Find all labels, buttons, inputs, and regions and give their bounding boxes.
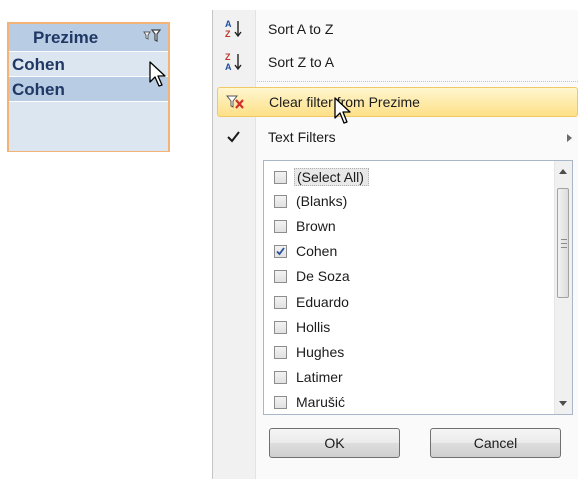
mouse-pointer-icon xyxy=(334,97,351,124)
checkbox[interactable] xyxy=(274,371,287,384)
svg-text:A: A xyxy=(225,19,232,29)
filter-menu: A Z Sort A to Z Z A Sort Z to A Clear fi… xyxy=(212,10,578,479)
list-item-label: Latimer xyxy=(296,369,343,385)
cell-value: Cohen xyxy=(12,80,65,99)
checkbox[interactable] xyxy=(274,396,287,409)
mouse-pointer-icon xyxy=(149,61,166,87)
menu-icon-gutter xyxy=(213,10,256,479)
list-item-label: (Select All) xyxy=(294,168,369,186)
clear-filter-icon xyxy=(225,95,244,109)
table-row[interactable]: Cohen xyxy=(9,51,168,76)
filtered-column: Prezime Cohen Cohen xyxy=(7,22,170,152)
list-item[interactable]: Marušić xyxy=(274,392,534,416)
table-row-empty[interactable] xyxy=(9,101,168,151)
checkmark-icon xyxy=(227,131,240,143)
list-item-select-all[interactable]: (Select All) xyxy=(274,167,534,191)
filter-dropdown-icon[interactable] xyxy=(140,27,164,47)
list-item-label: Cohen xyxy=(296,243,338,259)
scroll-down-arrow-icon[interactable] xyxy=(559,401,567,406)
svg-text:A: A xyxy=(225,62,232,72)
svg-text:Z: Z xyxy=(225,52,231,62)
list-item[interactable]: Brown xyxy=(274,216,534,240)
table-row[interactable]: Cohen xyxy=(9,76,168,101)
cell-value: Cohen xyxy=(12,55,65,74)
sort-descending-icon: Z A xyxy=(225,52,242,72)
list-item-label: Marušić xyxy=(296,394,346,410)
list-item-label: Brown xyxy=(296,218,336,234)
submenu-arrow-icon xyxy=(567,134,572,142)
checkbox[interactable] xyxy=(274,195,287,208)
grip-icon xyxy=(561,239,567,248)
checkbox[interactable] xyxy=(274,270,287,283)
scroll-up-arrow-icon[interactable] xyxy=(559,169,567,174)
list-item[interactable]: Hughes xyxy=(274,342,534,366)
list-item-label: (Blanks) xyxy=(296,193,348,209)
list-item[interactable]: Latimer xyxy=(274,367,534,391)
list-item-label: Hollis xyxy=(296,319,331,335)
menu-item-clear-filter[interactable]: Clear filter from Prezime xyxy=(217,87,578,117)
list-item[interactable]: De Soza xyxy=(274,266,534,290)
menu-item-text-filters[interactable]: Text Filters xyxy=(213,122,578,152)
column-header[interactable]: Prezime xyxy=(9,24,168,52)
list-item[interactable]: Cohen xyxy=(274,241,534,265)
ok-button[interactable]: OK xyxy=(269,428,400,458)
scroll-thumb[interactable] xyxy=(557,188,569,298)
menu-item-label: Sort A to Z xyxy=(268,21,334,37)
filter-value-list[interactable]: (Select All) (Blanks) Brown Cohen De Soz… xyxy=(263,160,573,415)
checkbox-checked[interactable] xyxy=(274,245,287,258)
checkbox[interactable] xyxy=(274,220,287,233)
menu-item-label: Text Filters xyxy=(268,129,336,145)
menu-separator xyxy=(257,81,578,82)
checkbox[interactable] xyxy=(274,171,287,184)
menu-item-label: Sort Z to A xyxy=(268,54,335,70)
menu-item-sort-a-to-z[interactable]: A Z Sort A to Z xyxy=(213,14,578,44)
list-item[interactable]: (Blanks) xyxy=(274,191,534,215)
sort-ascending-icon: A Z xyxy=(225,19,242,39)
menu-item-sort-z-to-a[interactable]: Z A Sort Z to A xyxy=(213,47,578,77)
checkbox[interactable] xyxy=(274,321,287,334)
list-item[interactable]: Hollis xyxy=(274,317,534,341)
list-scrollbar[interactable] xyxy=(554,161,572,414)
checkbox[interactable] xyxy=(274,296,287,309)
column-header-label: Prezime xyxy=(33,28,99,47)
check-icon xyxy=(276,247,285,256)
list-item-label: De Soza xyxy=(296,268,350,284)
list-item-label: Eduardo xyxy=(296,294,349,310)
list-item[interactable]: Eduardo xyxy=(274,292,534,316)
list-item-label: Hughes xyxy=(296,344,345,360)
checkbox[interactable] xyxy=(274,346,287,359)
cancel-button[interactable]: Cancel xyxy=(430,428,561,458)
svg-text:Z: Z xyxy=(225,29,231,39)
